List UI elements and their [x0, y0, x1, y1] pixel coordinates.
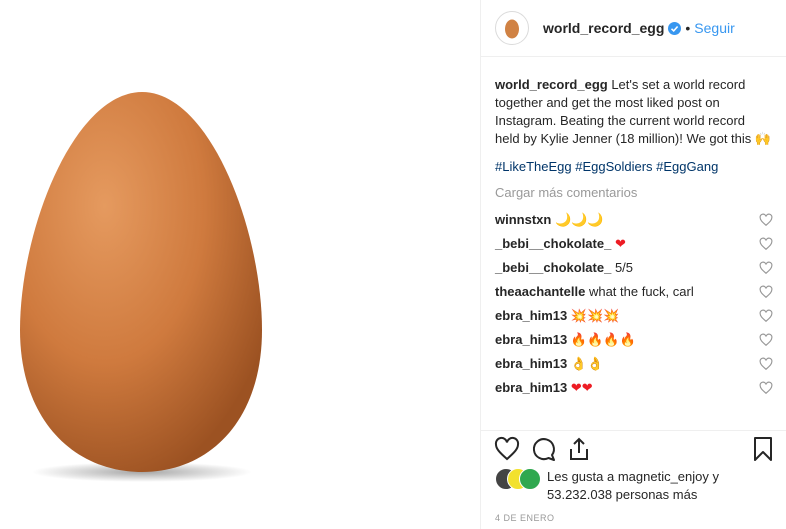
follow-button[interactable]: Seguir	[694, 20, 734, 36]
action-bar	[481, 430, 786, 465]
share-icon[interactable]	[565, 435, 593, 463]
comment-text: ❤	[614, 236, 626, 252]
comment-like-icon[interactable]	[759, 357, 773, 371]
comment-row: theaachantelle what the fuck, carl	[495, 280, 773, 304]
avatar[interactable]	[495, 11, 529, 45]
comment-like-icon[interactable]	[759, 309, 773, 323]
caption-username[interactable]: world_record_egg	[495, 77, 608, 92]
comment-username[interactable]: _bebi__chokolate_	[495, 236, 611, 251]
comment-row: ebra_him13 👌👌	[495, 352, 773, 376]
comment-like-icon[interactable]	[759, 237, 773, 251]
comment-like-icon[interactable]	[759, 333, 773, 347]
comment-row: ebra_him13 ❤❤	[495, 376, 773, 400]
comments-section: world_record_egg Let's set a world recor…	[495, 76, 773, 400]
post-sidebar: world_record_egg • Seguir world_record_e…	[480, 0, 786, 529]
comment-text: ❤❤	[570, 380, 593, 396]
comment-like-icon[interactable]	[759, 213, 773, 227]
comment-text: 🔥🔥🔥🔥	[570, 332, 636, 348]
comment-text: 5/5	[614, 260, 634, 275]
comment-text: 👌👌	[570, 356, 604, 372]
likes-text[interactable]: Les gusta a magnetic_enjoy y 53.232.038 …	[547, 468, 777, 504]
bookmark-icon[interactable]	[749, 435, 777, 463]
comment-username[interactable]: ebra_him13	[495, 356, 567, 371]
post-date[interactable]: 4 DE ENERO	[495, 513, 555, 523]
comment-like-icon[interactable]	[759, 261, 773, 275]
comment-text: 🌙🌙🌙	[554, 212, 604, 228]
comment-text: what the fuck, carl	[588, 284, 694, 299]
verified-badge-icon	[668, 21, 682, 35]
egg-avatar-icon	[505, 19, 519, 39]
comment-like-icon[interactable]	[759, 285, 773, 299]
separator-dot: •	[685, 20, 691, 36]
caption: world_record_egg Let's set a world recor…	[495, 76, 773, 148]
comment-row: ebra_him13 🔥🔥🔥🔥	[495, 328, 773, 352]
comment-row: _bebi__chokolate_ ❤	[495, 232, 773, 256]
comment-username[interactable]: winnstxn	[495, 212, 551, 227]
liker-avatars	[495, 468, 541, 490]
comment-row: _bebi__chokolate_ 5/5	[495, 256, 773, 280]
comment-username[interactable]: _bebi__chokolate_	[495, 260, 611, 275]
comment-text: 💥💥💥	[570, 308, 620, 324]
post-header: world_record_egg • Seguir	[481, 0, 786, 57]
post-image[interactable]	[0, 0, 480, 529]
comment-username[interactable]: theaachantelle	[495, 284, 585, 299]
avatar[interactable]	[519, 468, 541, 490]
comment-username[interactable]: ebra_him13	[495, 332, 567, 347]
username-link[interactable]: world_record_egg	[543, 20, 664, 36]
comment-row: ebra_him13 💥💥💥	[495, 304, 773, 328]
comment-bubble-icon[interactable]	[529, 435, 557, 463]
instagram-post: world_record_egg • Seguir world_record_e…	[0, 0, 786, 529]
comment-username[interactable]: ebra_him13	[495, 308, 567, 323]
load-more-comments-button[interactable]: Cargar más comentarios	[495, 184, 773, 202]
comment-row: winnstxn 🌙🌙🌙	[495, 208, 773, 232]
heart-outline-icon[interactable]	[493, 435, 521, 463]
comment-username[interactable]: ebra_him13	[495, 380, 567, 395]
hashtags[interactable]: #LikeTheEgg #EggSoldiers #EggGang	[495, 158, 773, 176]
comment-like-icon[interactable]	[759, 381, 773, 395]
egg-photo	[20, 92, 262, 482]
likes-summary: Les gusta a magnetic_enjoy y 53.232.038 …	[495, 468, 777, 504]
